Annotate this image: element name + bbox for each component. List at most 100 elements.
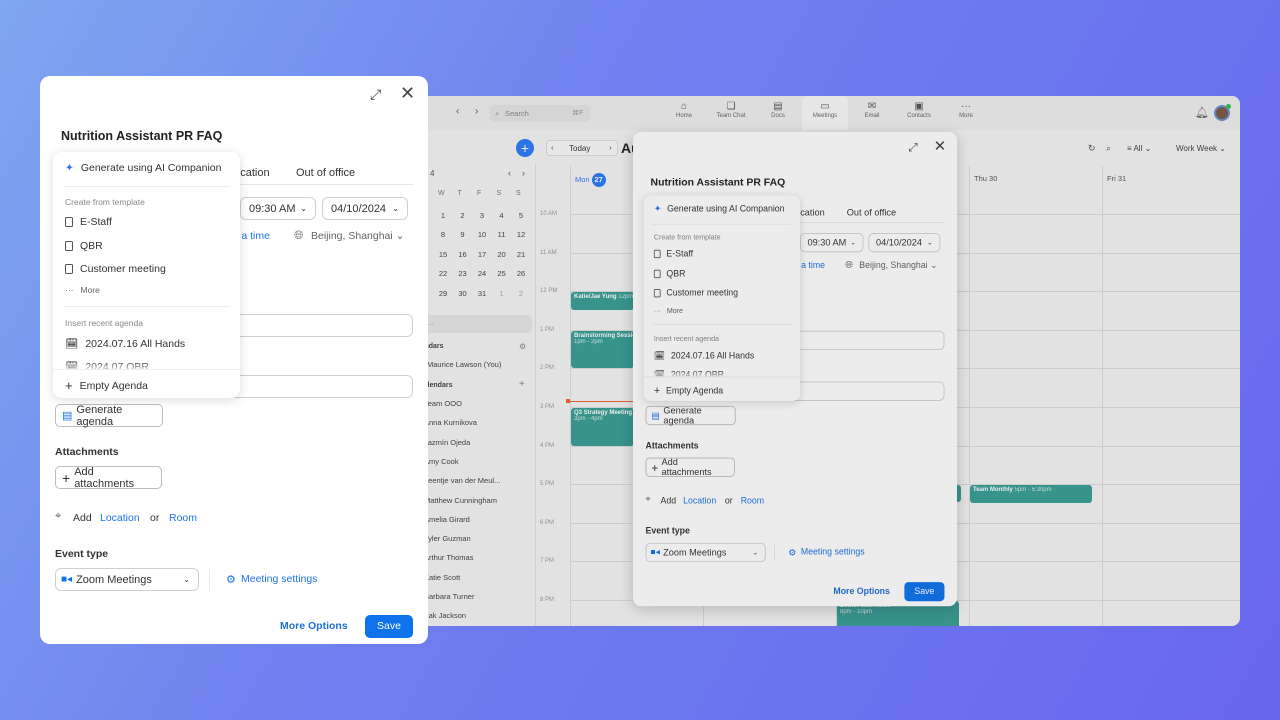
save-button[interactable]: Save [365, 615, 413, 638]
calendar-item-me[interactable]: Maurice Lawson (You) [427, 360, 501, 369]
calendar-item[interactable]: Katie Scott [424, 573, 460, 582]
mini-cal-day[interactable]: 15 [436, 250, 450, 259]
expand-icon[interactable]: ⤢ [909, 140, 918, 154]
template-item[interactable]: Customer meeting [65, 263, 166, 275]
add-calendar-icon[interactable]: + [519, 379, 525, 390]
mini-cal-day[interactable]: 25 [495, 269, 509, 278]
calendar-item[interactable]: Amelia Girard [424, 515, 470, 524]
mini-cal-day[interactable]: 24 [475, 269, 489, 278]
calendar-item[interactable]: Amy Cook [424, 457, 459, 466]
mini-cal-day[interactable]: 23 [456, 269, 470, 278]
date-select[interactable]: 04/10/2024 ⌄ [322, 197, 408, 220]
mini-cal-day[interactable]: 2 [514, 289, 528, 298]
mini-cal-next[interactable]: › [522, 168, 525, 178]
mini-cal-day[interactable]: 29 [436, 289, 450, 298]
calendar-event[interactable]: Q3 Strategy Meeting 3pm - 4pm [571, 408, 634, 446]
empty-agenda-item[interactable]: + Empty Agenda [654, 384, 723, 397]
next-week-button[interactable]: › [609, 143, 612, 152]
day-header-fri[interactable]: Fri 31 [1107, 174, 1126, 183]
tab-out-of-office[interactable]: Out of office [847, 208, 896, 218]
empty-agenda-item[interactable]: + Empty Agenda [65, 378, 148, 393]
recent-agenda-item[interactable]: 🗓︎ 2024.07.16 All Hands [65, 337, 185, 351]
calendar-item[interactable]: Matthew Cunningham [424, 496, 497, 505]
mini-cal-day[interactable]: 4 [495, 211, 509, 220]
recent-agenda-item[interactable]: 🗓︎ 2024.07.16 All Hands [654, 350, 754, 360]
generate-ai-companion-item[interactable]: ✦ Generate using AI Companion [654, 204, 785, 214]
mini-cal-day[interactable]: 10 [475, 230, 489, 239]
calendar-event[interactable]: Brainstorming Session 1pm - 2pm [571, 330, 634, 369]
start-time-select[interactable]: 09:30 AM ⌄ [800, 233, 864, 253]
location-link[interactable]: Location [683, 496, 716, 506]
more-templates-item[interactable]: ··· More [65, 285, 100, 295]
save-button[interactable]: Save [904, 582, 945, 602]
search-icon[interactable]: ⌕ [1106, 143, 1111, 154]
calendar-event[interactable]: Katie/Jae Yung 12pm [571, 292, 634, 311]
template-item[interactable]: E-Staff [65, 216, 112, 228]
mini-cal-day[interactable]: 17 [475, 250, 489, 259]
mini-cal-day[interactable]: 16 [456, 250, 470, 259]
tab-out-of-office[interactable]: Out of office [296, 167, 355, 179]
timezone-select[interactable]: Beijing, Shanghai ⌄ [859, 261, 937, 271]
forward-button[interactable]: › [475, 106, 478, 117]
generate-agenda-button[interactable]: ▤ Generate agenda [645, 405, 736, 426]
mini-cal-day[interactable]: 30 [456, 289, 470, 298]
more-options-button[interactable]: More Options [833, 586, 890, 596]
calendar-item[interactable]: Barbara Turner [424, 592, 474, 601]
calendar-event[interactable]: Team Monthly 5pm - 5:30pm [970, 485, 1092, 504]
bell-icon[interactable]: 🔔︎ [1195, 106, 1209, 119]
calendar-item[interactable]: Arthur Thomas [424, 553, 473, 562]
search-input[interactable]: ⌕ Search ⌘F [490, 105, 590, 122]
view-dropdown[interactable]: Work Week ⌄ [1176, 144, 1226, 153]
refresh-icon[interactable]: ↻ [1088, 143, 1096, 154]
calendar-item[interactable]: Leentje van der Meul... [424, 476, 500, 485]
calendar-item[interactable]: Tyler Guzman [424, 534, 471, 543]
add-attachments-button[interactable]: + Add attachments [645, 457, 735, 477]
mini-cal-day[interactable]: 8 [436, 230, 450, 239]
mini-cal-day[interactable]: 12 [514, 230, 528, 239]
close-icon[interactable]: ✕ [934, 138, 947, 156]
event-type-select[interactable]: ■◂ Zoom Meetings ⌄ [645, 542, 766, 563]
meeting-settings-link[interactable]: Meeting settings [241, 573, 317, 585]
nav-home[interactable]: ⌂ Home [661, 96, 707, 130]
template-item[interactable]: E-Staff [653, 249, 693, 259]
location-link[interactable]: Location [100, 512, 140, 524]
generate-ai-companion-item[interactable]: ✦ Generate using AI Companion [65, 162, 222, 174]
mini-cal-day[interactable]: 2 [456, 211, 470, 220]
event-type-select[interactable]: ■◂ Zoom Meetings ⌄ [55, 568, 199, 591]
calendar-item[interactable]: Anna Kurnikova [424, 418, 477, 427]
mini-cal-day[interactable]: 1 [436, 211, 450, 220]
mini-cal-day[interactable]: 31 [475, 289, 489, 298]
template-item[interactable]: QBR [65, 240, 103, 252]
mini-cal-day[interactable]: 26 [514, 269, 528, 278]
generate-agenda-button[interactable]: ▤ Generate agenda [55, 404, 163, 428]
close-icon[interactable]: ✕ [400, 83, 415, 104]
nav-meetings[interactable]: ▭ Meetings [802, 96, 848, 130]
filter-dropdown[interactable]: ≡ All ⌄ [1127, 144, 1151, 153]
mini-cal-day[interactable]: 21 [514, 250, 528, 259]
expand-icon[interactable]: ⤢ [370, 86, 381, 103]
calendar-item[interactable]: Team OOO [424, 399, 462, 408]
nav-more[interactable]: ··· More [943, 96, 989, 130]
mini-cal-prev[interactable]: ‹ [508, 168, 511, 178]
template-item[interactable]: Customer meeting [653, 288, 738, 298]
new-event-button[interactable]: + [516, 139, 534, 157]
room-link[interactable]: Room [169, 512, 197, 524]
day-header-thu[interactable]: Thu 30 [974, 174, 997, 183]
calendar-item[interactable]: Jazmín Ojeda [424, 438, 470, 447]
mini-cal-day[interactable]: 11 [495, 230, 509, 239]
meeting-settings-link[interactable]: Meeting settings [801, 547, 865, 557]
mini-cal-day[interactable]: 1 [495, 289, 509, 298]
more-templates-item[interactable]: ··· More [654, 307, 683, 315]
timezone-select[interactable]: Beijing, Shanghai ⌄ [311, 230, 404, 242]
gear-icon[interactable]: ⚙ [519, 342, 526, 351]
date-select[interactable]: 04/10/2024 ⌄ [868, 233, 941, 253]
more-options-button[interactable]: More Options [280, 620, 348, 632]
calendar-item[interactable]: Zak Jackson [424, 611, 466, 620]
template-item[interactable]: QBR [653, 269, 685, 279]
event-title[interactable]: Nutrition Assistant PR FAQ [651, 176, 786, 188]
back-button[interactable]: ‹ [456, 106, 459, 117]
mini-cal-day[interactable]: 22 [436, 269, 450, 278]
mini-cal-day[interactable]: 20 [495, 250, 509, 259]
add-attachments-button[interactable]: + Add attachments [55, 466, 162, 490]
nav-docs[interactable]: ▤ Docs [755, 96, 801, 130]
